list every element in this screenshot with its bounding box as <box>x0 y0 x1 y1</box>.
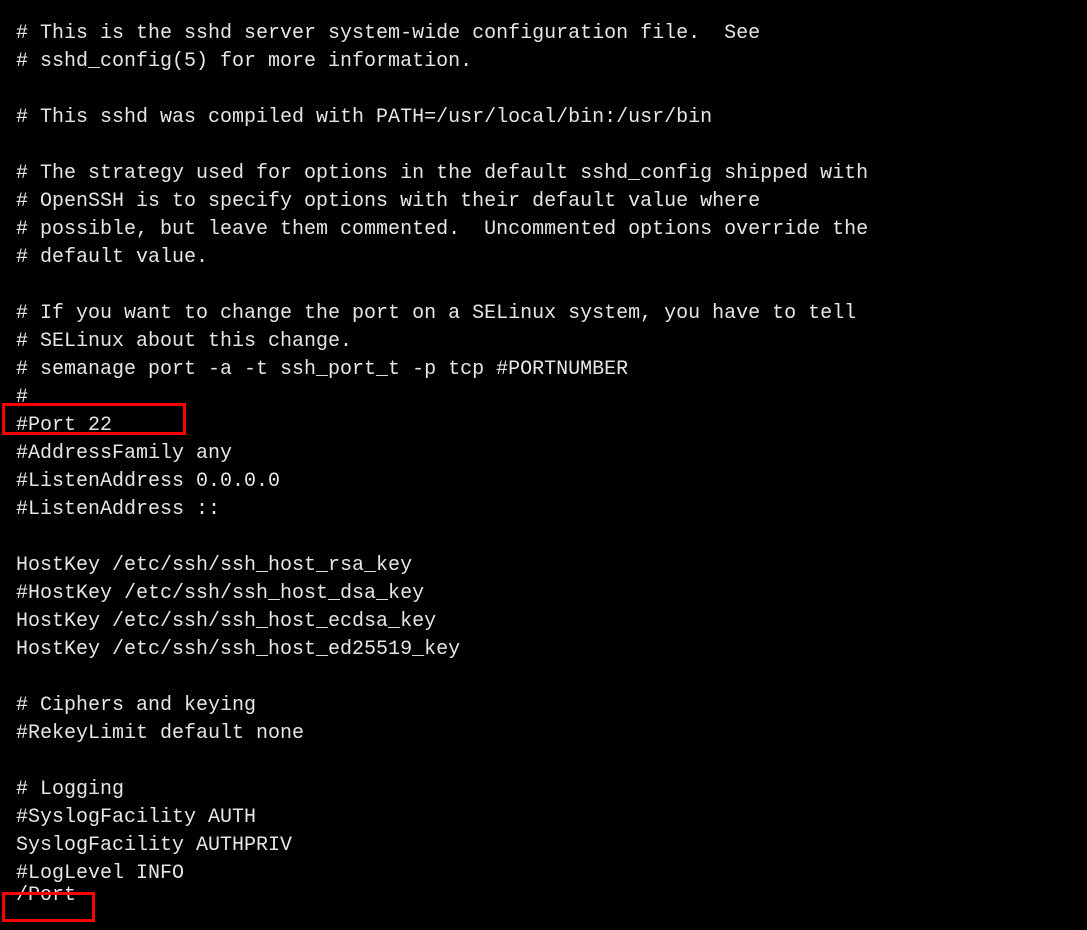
config-line: # default value. <box>16 244 1071 272</box>
config-line: #AddressFamily any <box>16 440 1071 468</box>
config-line: # If you want to change the port on a SE… <box>16 300 1071 328</box>
config-line: #SyslogFacility AUTH <box>16 804 1071 832</box>
config-line <box>16 76 1071 104</box>
config-line: # semanage port -a -t ssh_port_t -p tcp … <box>16 356 1071 384</box>
config-line: # possible, but leave them commented. Un… <box>16 216 1071 244</box>
config-line: SyslogFacility AUTHPRIV <box>16 832 1071 860</box>
config-line <box>16 664 1071 692</box>
config-line: # Ciphers and keying <box>16 692 1071 720</box>
config-line: # OpenSSH is to specify options with the… <box>16 188 1071 216</box>
config-line: #Port 22 <box>16 412 1071 440</box>
config-line: # <box>16 384 1071 412</box>
config-line: # sshd_config(5) for more information. <box>16 48 1071 76</box>
config-line: # SELinux about this change. <box>16 328 1071 356</box>
config-line <box>16 748 1071 776</box>
config-line: # Logging <box>16 776 1071 804</box>
config-line: HostKey /etc/ssh/ssh_host_ed25519_key <box>16 636 1071 664</box>
config-line <box>16 524 1071 552</box>
search-command[interactable]: /Port <box>16 882 76 910</box>
terminal-editor-content[interactable]: # This is the sshd server system-wide co… <box>16 20 1071 888</box>
file-content: # This is the sshd server system-wide co… <box>16 20 1071 888</box>
config-line: # This sshd was compiled with PATH=/usr/… <box>16 104 1071 132</box>
config-line: # The strategy used for options in the d… <box>16 160 1071 188</box>
config-line: HostKey /etc/ssh/ssh_host_ecdsa_key <box>16 608 1071 636</box>
config-line: HostKey /etc/ssh/ssh_host_rsa_key <box>16 552 1071 580</box>
config-line: # This is the sshd server system-wide co… <box>16 20 1071 48</box>
config-line: #RekeyLimit default none <box>16 720 1071 748</box>
config-line: #HostKey /etc/ssh/ssh_host_dsa_key <box>16 580 1071 608</box>
config-line: #LogLevel INFO <box>16 860 1071 888</box>
config-line: #ListenAddress :: <box>16 496 1071 524</box>
config-line: #ListenAddress 0.0.0.0 <box>16 468 1071 496</box>
config-line <box>16 272 1071 300</box>
config-line <box>16 132 1071 160</box>
